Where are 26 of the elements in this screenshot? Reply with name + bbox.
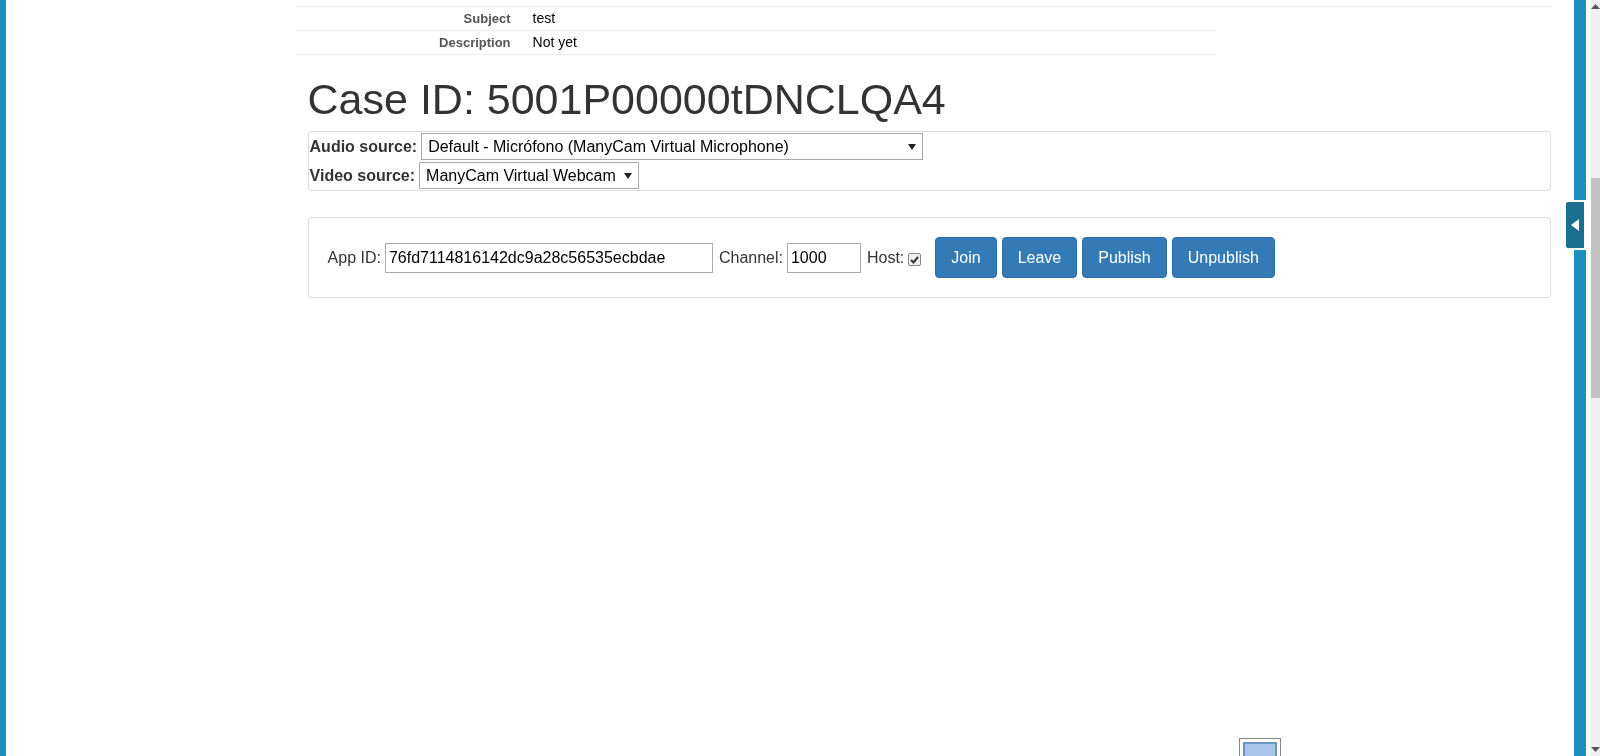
dropdown-arrow-icon [623, 172, 632, 179]
field-label: Host: [866, 247, 905, 268]
case-title: Case ID: 5001P00000tDNCLQA4 [307, 74, 947, 125]
action-button[interactable]: Join [935, 237, 997, 278]
field-label: Subject [462, 9, 511, 28]
action-button[interactable]: Unpublish [1171, 237, 1275, 278]
source-label: Audio source: [309, 136, 418, 157]
dropdown-arrow-icon [908, 143, 917, 150]
field-value: test [532, 9, 556, 28]
scroll-up-icon[interactable] [1590, 4, 1600, 9]
action-button[interactable]: Leave [1001, 237, 1078, 278]
scroll-down-icon[interactable] [1590, 747, 1600, 752]
collapse-tab-icon[interactable] [1563, 200, 1586, 250]
field-value: Not yet [532, 33, 577, 52]
window-icon[interactable] [1238, 738, 1281, 756]
field-label: Description [438, 33, 511, 52]
scrollbar[interactable] [1590, 0, 1600, 756]
app-id-field[interactable]: 76fd7114816142dc9a28c56535ecbdae [384, 242, 713, 273]
channel-field[interactable]: 1000 [786, 242, 861, 273]
field-label: Channel: [718, 247, 783, 268]
source-label: Video source: [309, 165, 416, 186]
source-select[interactable]: ManyCam Virtual Webcam [419, 162, 639, 189]
host-checkbox[interactable] [908, 253, 922, 266]
field-label: App ID: [327, 247, 381, 268]
source-select[interactable]: Default - Micrófono (ManyCam Virtual Microphone) [421, 133, 924, 160]
action-button[interactable]: Publish [1082, 237, 1167, 278]
